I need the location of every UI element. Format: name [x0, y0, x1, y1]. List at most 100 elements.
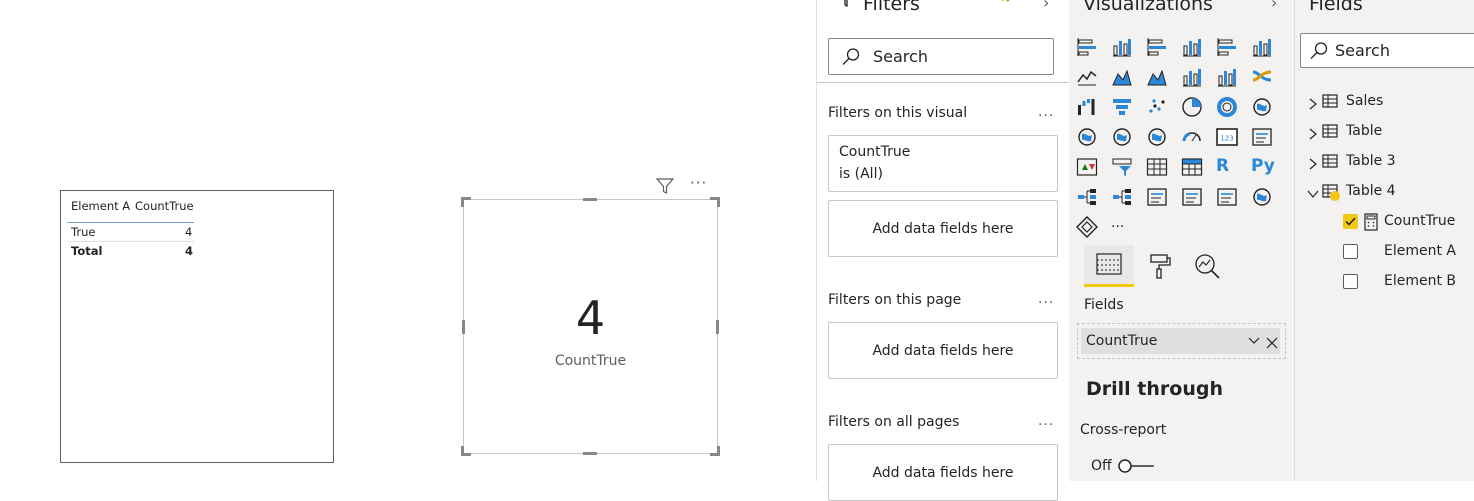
filter-field-name: CountTrue	[839, 144, 911, 160]
chevron-right-icon[interactable]	[1307, 95, 1319, 114]
line-chart-icon[interactable]	[1076, 66, 1098, 88]
clustered-bar-chart-icon[interactable]	[1146, 36, 1168, 58]
clustered-column-chart-icon[interactable]	[1181, 36, 1203, 58]
smart-narrative-icon[interactable]	[1181, 186, 1203, 208]
table-icon[interactable]	[1146, 156, 1168, 178]
resize-handle[interactable]	[461, 446, 464, 456]
field-item[interactable]: Element B	[1295, 272, 1474, 294]
field-item[interactable]: CountTrue	[1295, 212, 1474, 234]
field-chip-label: CountTrue	[1086, 333, 1158, 349]
python-visual-icon[interactable]: Py	[1251, 156, 1275, 178]
add-fields-text: Add data fields here	[872, 465, 1014, 481]
100-stacked-column-chart-icon[interactable]	[1251, 36, 1273, 58]
slicer-icon[interactable]	[1111, 156, 1133, 178]
field-item[interactable]: Element A	[1295, 242, 1474, 264]
cross-report-toggle-state: Off	[1091, 458, 1112, 474]
pie-chart-icon[interactable]	[1181, 96, 1203, 118]
paginated-report-icon[interactable]	[1216, 186, 1238, 208]
filled-map-icon[interactable]	[1111, 126, 1133, 148]
selected-badge-icon	[1330, 191, 1340, 201]
card-value: 4	[575, 291, 606, 345]
row-divider	[67, 241, 194, 242]
add-fields-all-pages-drop[interactable]: Add data fields here	[828, 444, 1058, 501]
fields-well[interactable]: CountTrue	[1077, 323, 1286, 359]
waterfall-chart-icon[interactable]	[1076, 96, 1098, 118]
chevron-right-icon[interactable]	[1307, 125, 1319, 144]
multi-row-card-icon[interactable]	[1251, 126, 1273, 148]
filter-options-icon[interactable]: ·•	[1001, 0, 1011, 7]
treemap-icon[interactable]	[1251, 96, 1273, 118]
shape-map-icon[interactable]	[1146, 126, 1168, 148]
format-paint-roller-icon[interactable]	[1147, 253, 1173, 283]
card-icon[interactable]: 123	[1216, 126, 1238, 148]
line-and-clustered-column-chart-icon[interactable]	[1216, 66, 1238, 88]
chevron-down-icon[interactable]	[1247, 333, 1261, 352]
line-and-stacked-column-chart-icon[interactable]	[1181, 66, 1203, 88]
checkbox-unchecked[interactable]	[1343, 274, 1358, 289]
r-script-visual-icon[interactable]: R	[1216, 156, 1238, 178]
resize-handle[interactable]	[583, 452, 597, 455]
chevron-down-icon[interactable]	[1307, 185, 1319, 204]
stacked-column-chart-icon[interactable]	[1111, 36, 1133, 58]
add-fields-page-drop[interactable]: Add data fields here	[828, 322, 1058, 379]
filters-on-visual-heading: Filters on this visual	[828, 105, 968, 121]
resize-handle[interactable]	[583, 198, 597, 201]
power-apps-icon[interactable]	[1076, 216, 1098, 238]
search-placeholder: Search	[1335, 41, 1390, 60]
donut-chart-icon[interactable]	[1216, 96, 1238, 118]
collapse-pane-icon[interactable]: ›	[1271, 0, 1277, 12]
calculator-icon	[1364, 213, 1378, 235]
stacked-bar-chart-icon[interactable]	[1076, 36, 1098, 58]
table-name: Sales	[1346, 93, 1384, 109]
more-icon[interactable]: ...	[1038, 413, 1054, 429]
card-visual[interactable]: 4 CountTrue	[461, 197, 720, 456]
resize-handle[interactable]	[461, 197, 464, 207]
more-icon[interactable]: ...	[1038, 104, 1054, 120]
100-stacked-bar-chart-icon[interactable]	[1216, 36, 1238, 58]
fields-search-input[interactable]: Search	[1300, 33, 1474, 68]
more-visuals-icon[interactable]: ···	[1111, 216, 1133, 238]
table-tree-item[interactable]: Table 4	[1295, 182, 1474, 204]
map-icon[interactable]	[1076, 126, 1098, 148]
field-chip-counttrue[interactable]: CountTrue	[1081, 328, 1280, 354]
filter-card-counttrue[interactable]: CountTrue is (All)	[828, 135, 1058, 192]
visual-filter-icon[interactable]	[655, 176, 675, 196]
column-header-counttrue[interactable]: CountTrue	[135, 199, 194, 213]
filter-funnel-icon	[839, 0, 853, 11]
filters-title: Filters	[863, 0, 920, 15]
cross-report-toggle[interactable]	[1116, 458, 1156, 478]
area-chart-icon[interactable]	[1111, 66, 1133, 88]
analytics-magnifier-icon[interactable]	[1194, 253, 1222, 283]
chevron-right-icon[interactable]	[1307, 155, 1319, 174]
remove-field-icon[interactable]	[1266, 334, 1278, 353]
field-name: Element A	[1384, 243, 1456, 259]
table-visual[interactable]: Element A CountTrue True 4 Total 4	[60, 190, 334, 463]
collapse-pane-icon[interactable]: ›	[1043, 0, 1049, 12]
ribbon-chart-icon[interactable]	[1251, 66, 1273, 88]
column-header-element-a[interactable]: Element A	[71, 199, 130, 213]
matrix-icon[interactable]	[1181, 156, 1203, 178]
add-fields-visual-drop[interactable]: Add data fields here	[828, 200, 1058, 257]
checkbox-checked[interactable]	[1343, 214, 1358, 229]
gauge-icon[interactable]	[1181, 126, 1203, 148]
more-options-icon[interactable]: ···	[690, 174, 707, 192]
checkbox-unchecked[interactable]	[1343, 244, 1358, 259]
kpi-icon[interactable]	[1076, 156, 1098, 178]
scatter-chart-icon[interactable]	[1146, 96, 1168, 118]
table-tree-item[interactable]: Table	[1295, 122, 1474, 144]
tab-fields[interactable]	[1084, 245, 1134, 287]
resize-handle[interactable]	[717, 197, 720, 207]
qa-icon[interactable]	[1146, 186, 1168, 208]
key-influencers-icon[interactable]	[1076, 186, 1098, 208]
stacked-area-chart-icon[interactable]	[1146, 66, 1168, 88]
more-icon[interactable]: ...	[1038, 291, 1054, 307]
table-tree-item[interactable]: Table 3	[1295, 152, 1474, 174]
fields-well-icon	[1096, 253, 1122, 281]
resize-handle[interactable]	[717, 446, 720, 456]
funnel-chart-icon[interactable]	[1111, 96, 1133, 118]
decomposition-tree-icon[interactable]	[1111, 186, 1133, 208]
table-tree-item[interactable]: Sales	[1295, 92, 1474, 114]
search-icon	[841, 47, 861, 71]
arcgis-map-icon[interactable]	[1251, 186, 1273, 208]
filters-search-input[interactable]: Search	[828, 38, 1054, 75]
